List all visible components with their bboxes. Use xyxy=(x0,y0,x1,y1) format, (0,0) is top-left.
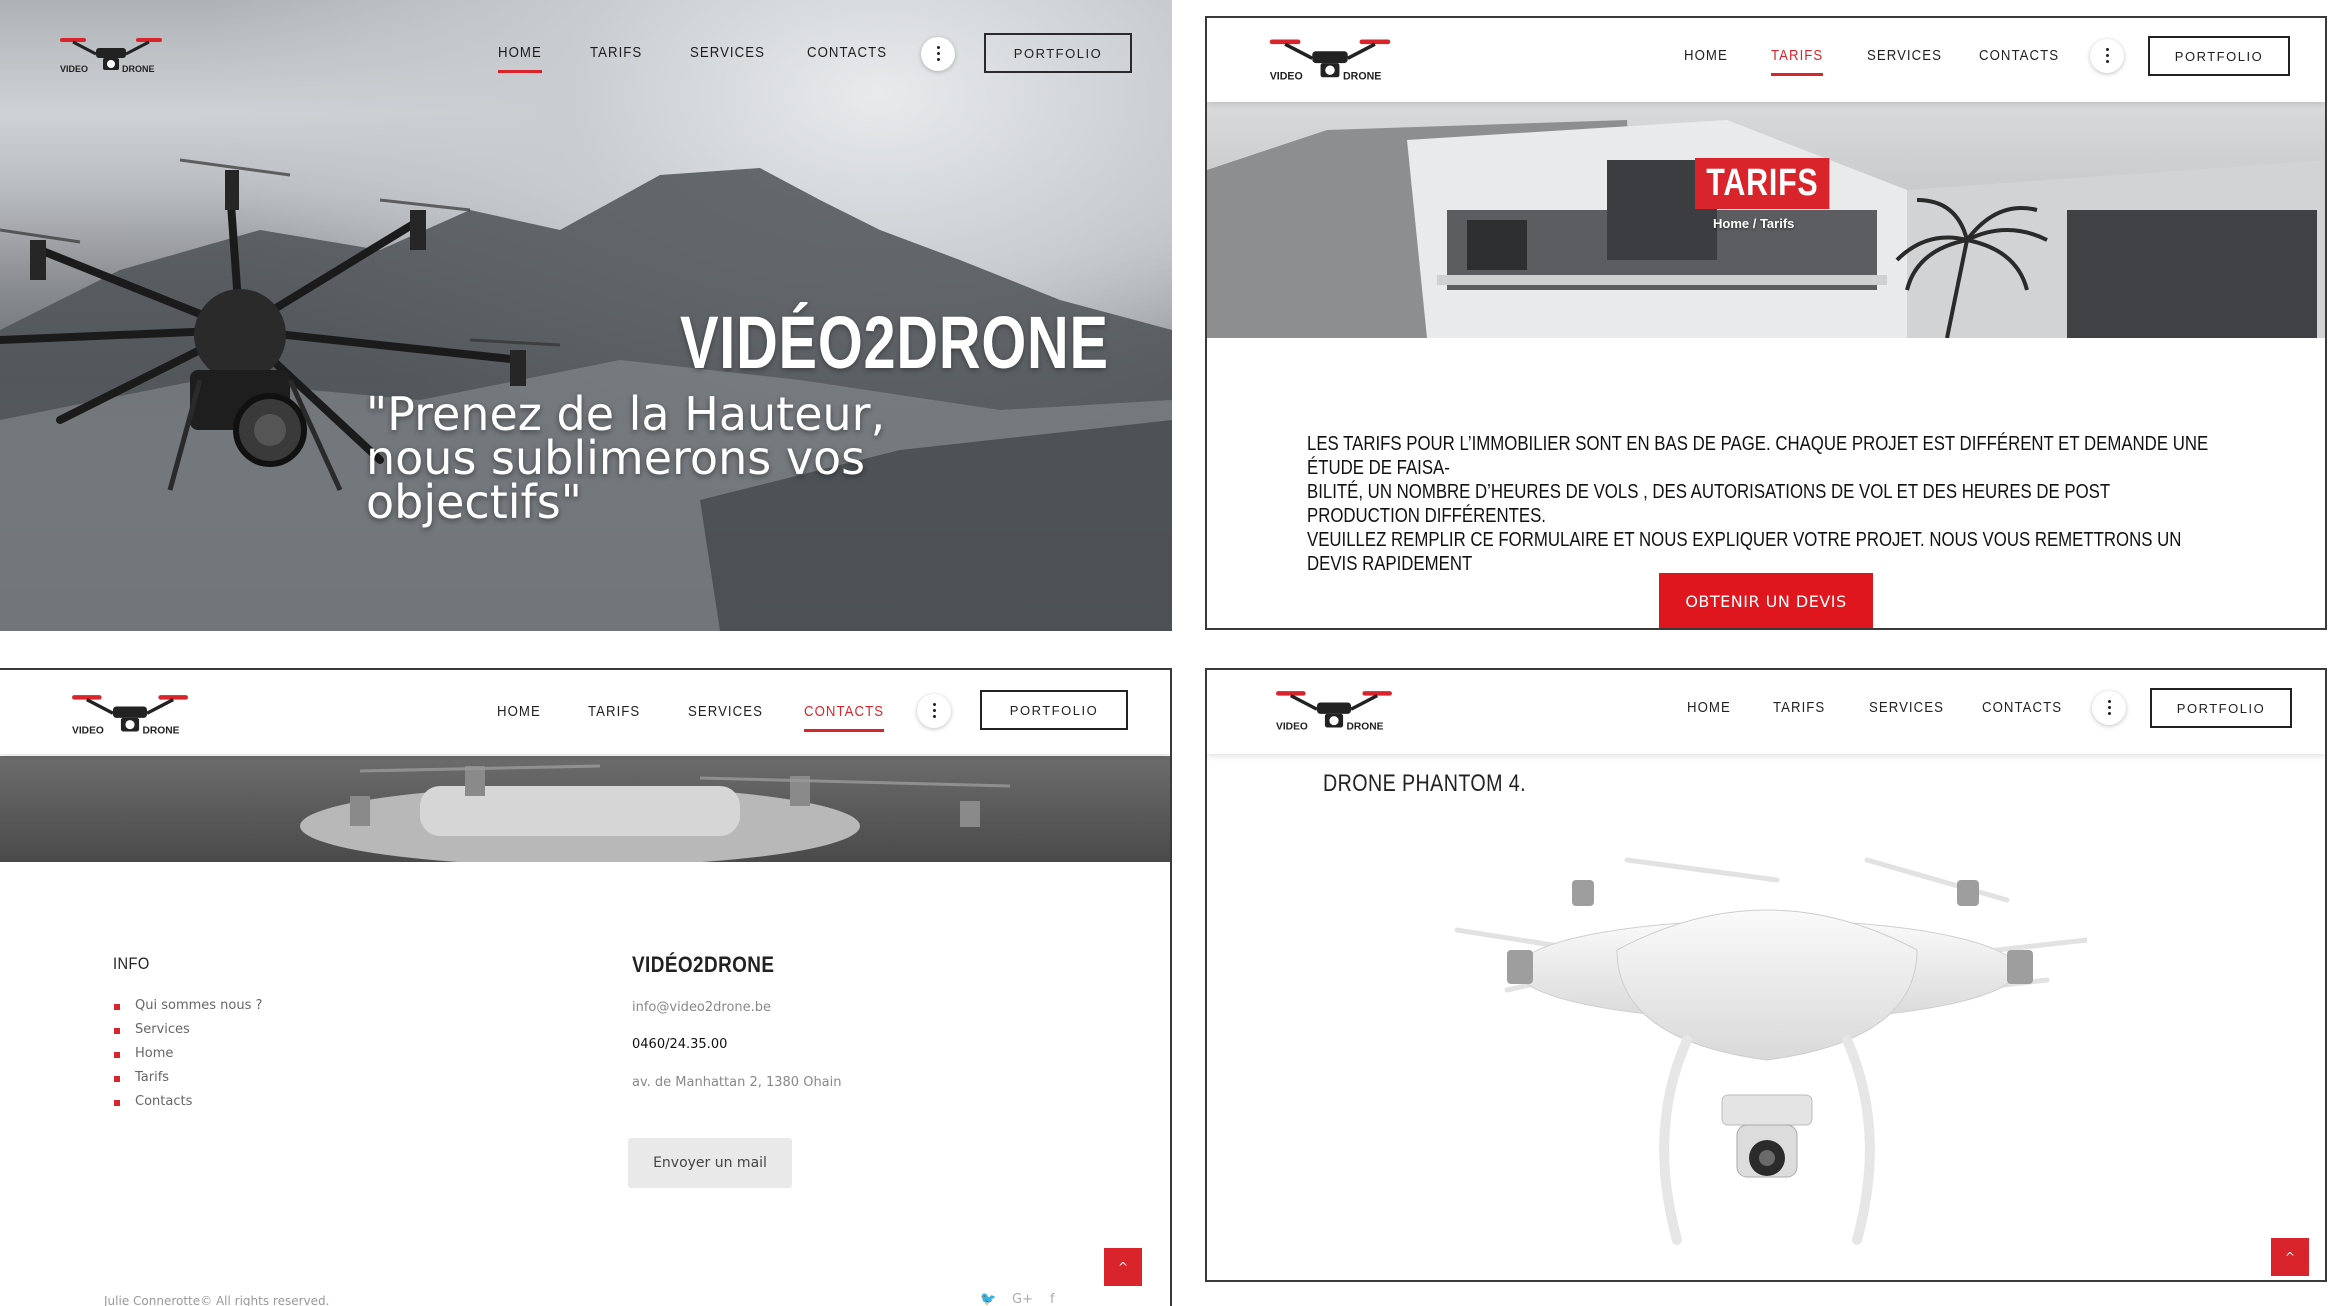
footer-link-contacts[interactable]: Contacts xyxy=(114,1090,262,1114)
nav-home[interactable]: HOME xyxy=(1684,47,1728,64)
nav-services[interactable]: SERVICES xyxy=(1867,47,1942,64)
hero-subtitle-line-1: "Prenez de la Hauteur, xyxy=(366,387,886,441)
contacts-panel: VIDEO DRONE HOME TARIFS SERVICES CONTACT… xyxy=(0,668,1172,1306)
nav-services[interactable]: SERVICES xyxy=(690,44,765,61)
vertical-dots-icon xyxy=(2108,700,2111,703)
back-to-top-button[interactable]: ^ xyxy=(2271,1238,2309,1276)
phantom-panel: VIDEO DRONE HOME TARIFS SERVICES CONTACT… xyxy=(1205,668,2327,1282)
more-menu-button[interactable] xyxy=(2092,691,2126,725)
contact-email[interactable]: info@video2drone.be xyxy=(632,1000,771,1015)
footer-link-services[interactable]: Services xyxy=(114,1018,262,1042)
footer-link-home[interactable]: Home xyxy=(114,1042,262,1066)
main-navigation: VIDEO DRONE HOME TARIFS SERVICES CONTACT… xyxy=(1207,18,2325,102)
back-to-top-button[interactable]: ^ xyxy=(1104,1248,1142,1286)
product-title: DRONE PHANTOM 4. xyxy=(1323,770,1527,797)
send-mail-button[interactable]: Envoyer un mail xyxy=(628,1138,792,1188)
logo-text-right: DRONE xyxy=(1347,722,1384,732)
main-navigation: VIDEO DRONE HOME TARIFS SERVICES CONTACT… xyxy=(1207,670,2325,754)
vertical-dots-icon xyxy=(937,46,940,49)
footer-link-about[interactable]: Qui sommes nous ? xyxy=(114,994,262,1018)
vertical-dots-icon xyxy=(2106,48,2109,51)
phantom-4-drone-image xyxy=(1454,857,2087,1245)
nav-tarifs[interactable]: TARIFS xyxy=(588,703,640,720)
video2drone-logo[interactable]: VIDEO DRONE xyxy=(64,686,196,736)
video2drone-logo[interactable]: VIDEO DRONE xyxy=(1265,30,1395,82)
nav-home[interactable]: HOME xyxy=(497,703,541,720)
logo-text-right: DRONE xyxy=(1343,71,1381,82)
nav-contacts[interactable]: CONTACTS xyxy=(1979,47,2059,64)
nav-tarifs[interactable]: TARIFS xyxy=(1771,47,1824,76)
nav-contacts[interactable]: CONTACTS xyxy=(1982,699,2062,716)
hero-subtitle: "Prenez de la Hauteur, nous sublimerons … xyxy=(366,387,1086,529)
tarifs-banner: TARIFS Home / Tarifs xyxy=(1207,100,2325,338)
logo-text-left: VIDEO xyxy=(72,726,104,736)
logo-text-right: DRONE xyxy=(122,64,155,74)
more-menu-button[interactable] xyxy=(2090,39,2124,73)
get-quote-button[interactable]: OBTENIR UN DEVIS xyxy=(1659,573,1873,628)
portfolio-button[interactable]: PORTFOLIO xyxy=(984,33,1132,73)
nav-contacts[interactable]: CONTACTS xyxy=(807,44,887,61)
home-hero-panel: VIDEO DRONE HOME TARIFS SERVICES CONTACT… xyxy=(0,0,1172,631)
more-menu-button[interactable] xyxy=(917,694,951,728)
video2drone-logo[interactable]: VIDEO DRONE xyxy=(1269,682,1399,732)
nav-services[interactable]: SERVICES xyxy=(1869,699,1944,716)
hero-subtitle-line-2: nous sublimerons vos objectifs" xyxy=(366,431,866,529)
hero-title: VIDÉO2DRONE xyxy=(680,301,1109,384)
main-navigation: VIDEO DRONE HOME TARIFS SERVICES CONTACT… xyxy=(0,670,1170,754)
logo-text-left: VIDEO xyxy=(60,64,88,74)
tarifs-description-line-3: VEUILLEZ REMPLIR CE FORMULAIRE ET NOUS E… xyxy=(1307,529,2182,575)
nav-services[interactable]: SERVICES xyxy=(688,703,763,720)
tarifs-description-line-2: BILITÉ, UN NOMBRE D’HEURES DE VOLS , DES… xyxy=(1307,481,2110,527)
copyright-text: Julie Connerotte© All rights reserved. xyxy=(104,1294,330,1306)
logo-text-right: DRONE xyxy=(143,726,180,736)
logo-text-left: VIDEO xyxy=(1270,71,1303,82)
google-plus-icon[interactable]: G+ xyxy=(1012,1292,1033,1306)
contact-address: av. de Manhattan 2, 1380 Ohain xyxy=(632,1075,842,1090)
chevron-up-icon: ^ xyxy=(2284,1250,2296,1264)
contacts-banner xyxy=(0,756,1170,862)
main-navigation: VIDEO DRONE HOME TARIFS SERVICES CONTACT… xyxy=(0,0,1172,84)
contact-phone[interactable]: 0460/24.35.00 xyxy=(632,1037,727,1052)
video2drone-logo[interactable]: VIDEO DRONE xyxy=(56,30,166,74)
facebook-icon[interactable]: f xyxy=(1050,1292,1055,1306)
more-menu-button[interactable] xyxy=(921,37,955,71)
chevron-up-icon: ^ xyxy=(1117,1260,1129,1274)
company-heading: VIDÉO2DRONE xyxy=(632,952,775,977)
twitter-icon[interactable]: 🐦 xyxy=(980,1292,996,1306)
breadcrumb[interactable]: Home / Tarifs xyxy=(1713,216,1794,231)
info-links-list: Qui sommes nous ? Services Home Tarifs C… xyxy=(114,994,262,1114)
tarifs-panel: VIDEO DRONE HOME TARIFS SERVICES CONTACT… xyxy=(1205,16,2327,630)
vertical-dots-icon xyxy=(933,703,936,706)
logo-text-left: VIDEO xyxy=(1276,722,1308,732)
nav-home[interactable]: HOME xyxy=(498,44,542,73)
portfolio-button[interactable]: PORTFOLIO xyxy=(2148,36,2290,76)
footer-link-tarifs[interactable]: Tarifs xyxy=(114,1066,262,1090)
nav-tarifs[interactable]: TARIFS xyxy=(1773,699,1825,716)
nav-tarifs[interactable]: TARIFS xyxy=(590,44,642,61)
tarifs-description: LES TARIFS POUR L’IMMOBILIER SONT EN BAS… xyxy=(1307,432,2223,576)
info-heading: INFO xyxy=(113,954,150,973)
tarifs-description-line-1: LES TARIFS POUR L’IMMOBILIER SONT EN BAS… xyxy=(1307,433,2209,479)
drone-banner-photo xyxy=(300,764,1011,862)
nav-contacts[interactable]: CONTACTS xyxy=(804,703,885,732)
portfolio-button[interactable]: PORTFOLIO xyxy=(2150,688,2292,728)
nav-home[interactable]: HOME xyxy=(1687,699,1731,716)
portfolio-button[interactable]: PORTFOLIO xyxy=(980,690,1128,730)
tarifs-banner-title: TARIFS xyxy=(1695,158,1830,209)
